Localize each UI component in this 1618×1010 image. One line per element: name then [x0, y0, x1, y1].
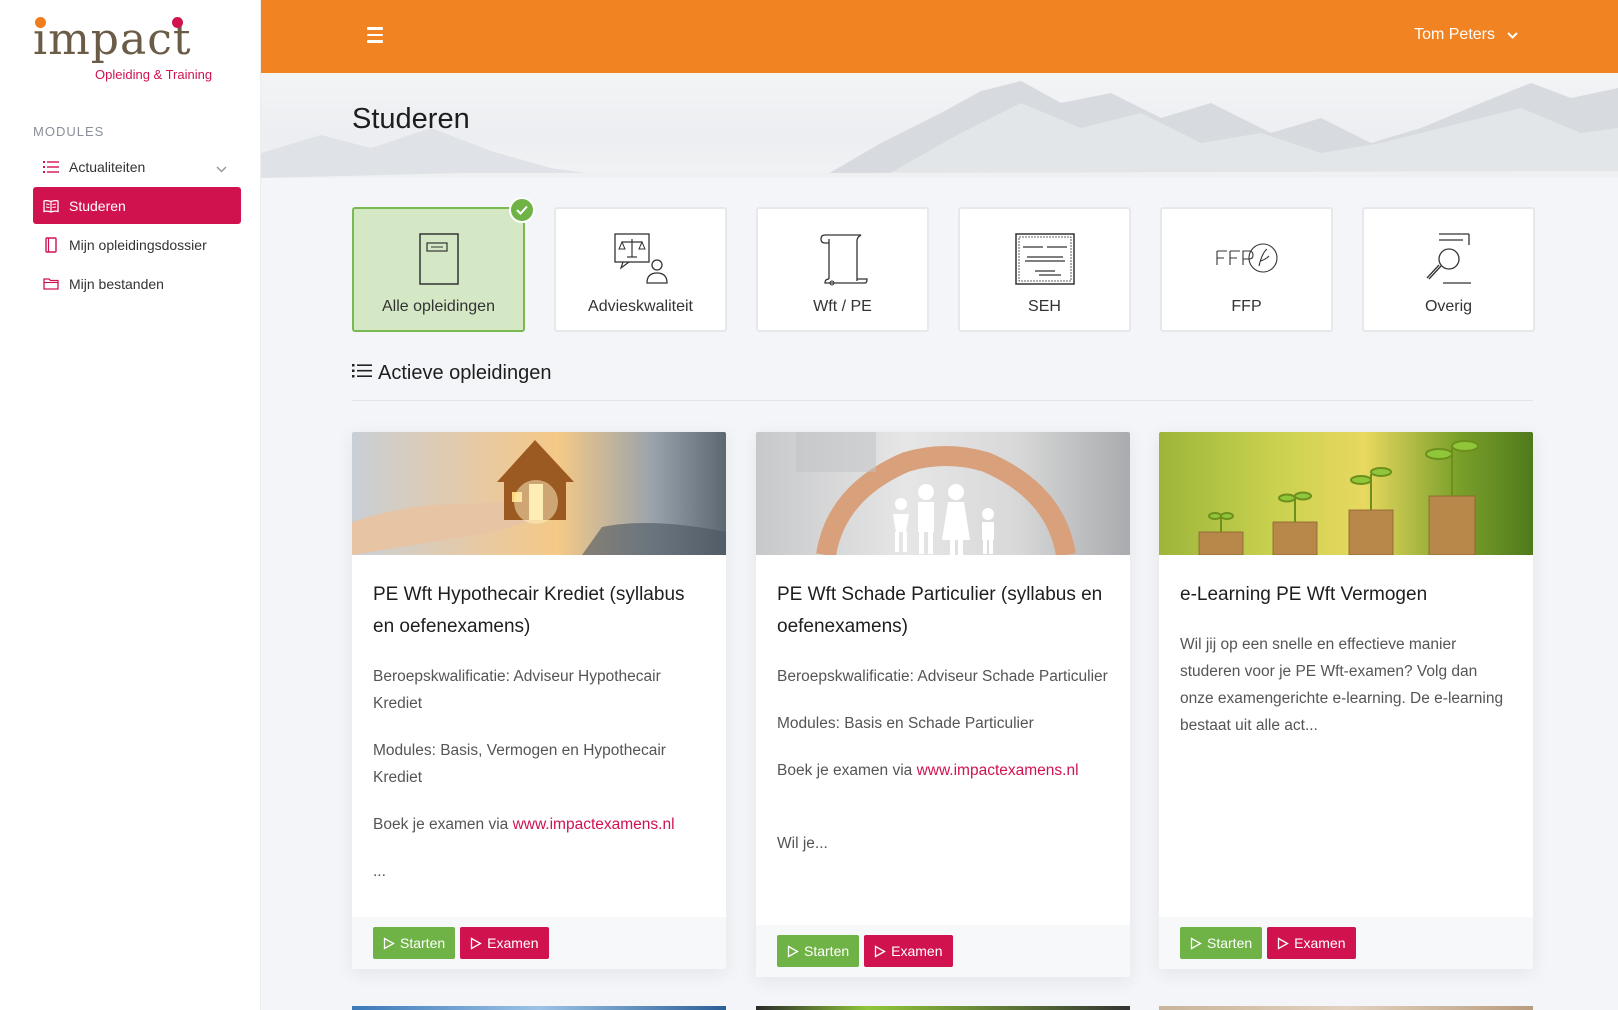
card-footer: Starten Examen [352, 917, 726, 969]
ffp-logo-icon [1215, 243, 1278, 273]
logo-tagline: Opleiding & Training [95, 67, 213, 82]
topbar: Tom Peters [261, 0, 1618, 73]
play-icon [1190, 936, 1202, 950]
logo-wordmark: impact [33, 14, 192, 65]
start-button[interactable]: Starten [777, 935, 860, 967]
list-icon [43, 159, 59, 175]
exam-booking-link[interactable]: www.impactexamens.nl [513, 816, 675, 833]
play-icon [470, 936, 482, 950]
exam-button[interactable]: Examen [864, 935, 953, 967]
sidebar-item-mijn-opleidingsdossier[interactable]: Mijn opleidingsdossier [33, 226, 241, 263]
category-tile-wft-pe[interactable]: Wft / PE [756, 207, 929, 332]
course-title: PE Wft Schade Particulier (syllabus en o… [777, 584, 1103, 637]
next-course-card-peek [352, 1006, 726, 1010]
exam-label: Examen [1294, 935, 1346, 951]
sidebar: impact Opleiding & Training MODULES Actu… [0, 0, 261, 1010]
impact-logo[interactable]: impact Opleiding & Training [33, 14, 233, 84]
course-ellipsis: Wil je... [777, 835, 828, 852]
section-title: Actieve opleidingen [378, 362, 552, 384]
category-tile-overig[interactable]: Overig [1362, 207, 1535, 332]
scroll-icon [819, 234, 868, 286]
chevron-down-icon [216, 160, 227, 176]
play-icon [1277, 936, 1289, 950]
sidebar-item-studeren[interactable]: Studeren [33, 187, 241, 224]
play-icon [787, 944, 799, 958]
start-button[interactable]: Starten [373, 927, 456, 959]
sidebar-item-label: Mijn opleidingsdossier [69, 236, 207, 253]
course-modules: Modules: Basis en Schade Particulier [777, 715, 1034, 732]
play-icon [383, 936, 395, 950]
course-image-coins-plants [1159, 432, 1533, 555]
sidebar-item-label: Actualiteiten [69, 158, 146, 175]
checkmark-icon [509, 197, 535, 223]
tile-label: Wft / PE [813, 298, 872, 315]
document-icon [418, 233, 459, 285]
course-booking: Boek je examen via www.impactexamens.nl [777, 757, 1110, 784]
user-menu[interactable]: Tom Peters [1414, 26, 1518, 44]
exam-button[interactable]: Examen [460, 927, 549, 959]
card-footer: Starten Examen [756, 925, 1130, 977]
folder-icon [43, 276, 59, 292]
sidebar-item-actualiteiten[interactable]: Actualiteiten [33, 148, 241, 185]
book-icon [43, 198, 59, 214]
sidebar-item-mijn-bestanden[interactable]: Mijn bestanden [33, 265, 241, 302]
category-tile-alle-opleidingen[interactable]: Alle opleidingen [352, 197, 535, 332]
sidebar-item-label: Studeren [69, 197, 126, 214]
tile-label: Advieskwaliteit [588, 298, 693, 315]
section-header: Actieve opleidingen [352, 362, 551, 385]
next-course-card-peek [756, 1006, 1130, 1010]
tile-label: FFP [1231, 298, 1262, 315]
exam-label: Examen [891, 943, 943, 959]
course-card[interactable]: PE Wft Schade Particulier (syllabus en o… [756, 432, 1130, 977]
course-card[interactable]: e-Learning PE Wft Vermogen Wil jij op ee… [1159, 432, 1533, 969]
certificate-icon [1014, 233, 1075, 285]
advice-scale-icon [613, 233, 668, 284]
start-label: Starten [804, 943, 850, 959]
course-card[interactable]: PE Wft Hypothecair Krediet (syllabus en … [352, 432, 726, 969]
bookmark-icon [43, 236, 59, 253]
menu-toggle-icon[interactable] [367, 27, 383, 45]
section-divider [352, 400, 1533, 401]
course-image-family [756, 432, 1130, 555]
start-button[interactable]: Starten [1180, 927, 1263, 959]
tile-label: SEH [1028, 298, 1061, 315]
course-qualification: Beroepskwalificatie: Adviseur Schade Par… [777, 668, 1108, 685]
exam-button[interactable]: Examen [1267, 927, 1356, 959]
user-name: Tom Peters [1414, 26, 1495, 43]
category-tile-seh[interactable]: SEH [958, 207, 1131, 332]
logo-magenta-dot [172, 17, 183, 28]
booking-prefix: Boek je examen via [373, 816, 513, 833]
sidebar-heading: MODULES [33, 124, 105, 139]
start-label: Starten [400, 935, 446, 951]
course-modules: Modules: Basis, Vermogen en Hypothecair … [373, 742, 666, 786]
logo-orange-dot [35, 17, 46, 28]
play-icon [874, 944, 886, 958]
page-title: Studeren [352, 103, 470, 135]
next-course-card-peek [1159, 1006, 1533, 1010]
magnifier-doc-icon [1426, 233, 1471, 284]
tile-label: Overig [1424, 298, 1473, 315]
card-footer: Starten Examen [1159, 917, 1533, 969]
booking-prefix: Boek je examen via [777, 762, 917, 779]
course-ellipsis: ... [373, 863, 386, 880]
list-icon [352, 362, 372, 385]
category-tile-ffp[interactable]: FFP [1160, 207, 1333, 332]
course-description: Wil jij op een snelle en effectieve mani… [1180, 636, 1504, 734]
exam-label: Examen [487, 935, 539, 951]
course-booking: Boek je examen via www.impactexamens.nl [373, 811, 706, 838]
sidebar-item-label: Mijn bestanden [69, 275, 164, 292]
category-tile-advieskwaliteit[interactable]: Advieskwaliteit [554, 207, 727, 332]
chevron-down-icon [1507, 26, 1518, 44]
course-title: e-Learning PE Wft Vermogen [1180, 584, 1428, 605]
course-image-house [352, 432, 726, 555]
start-label: Starten [1207, 935, 1253, 951]
course-title: PE Wft Hypothecair Krediet (syllabus en … [373, 584, 685, 637]
exam-booking-link[interactable]: www.impactexamens.nl [917, 762, 1079, 779]
tile-label: Alle opleidingen [382, 298, 495, 315]
course-qualification: Beroepskwalificatie: Adviseur Hypothecai… [373, 668, 661, 712]
